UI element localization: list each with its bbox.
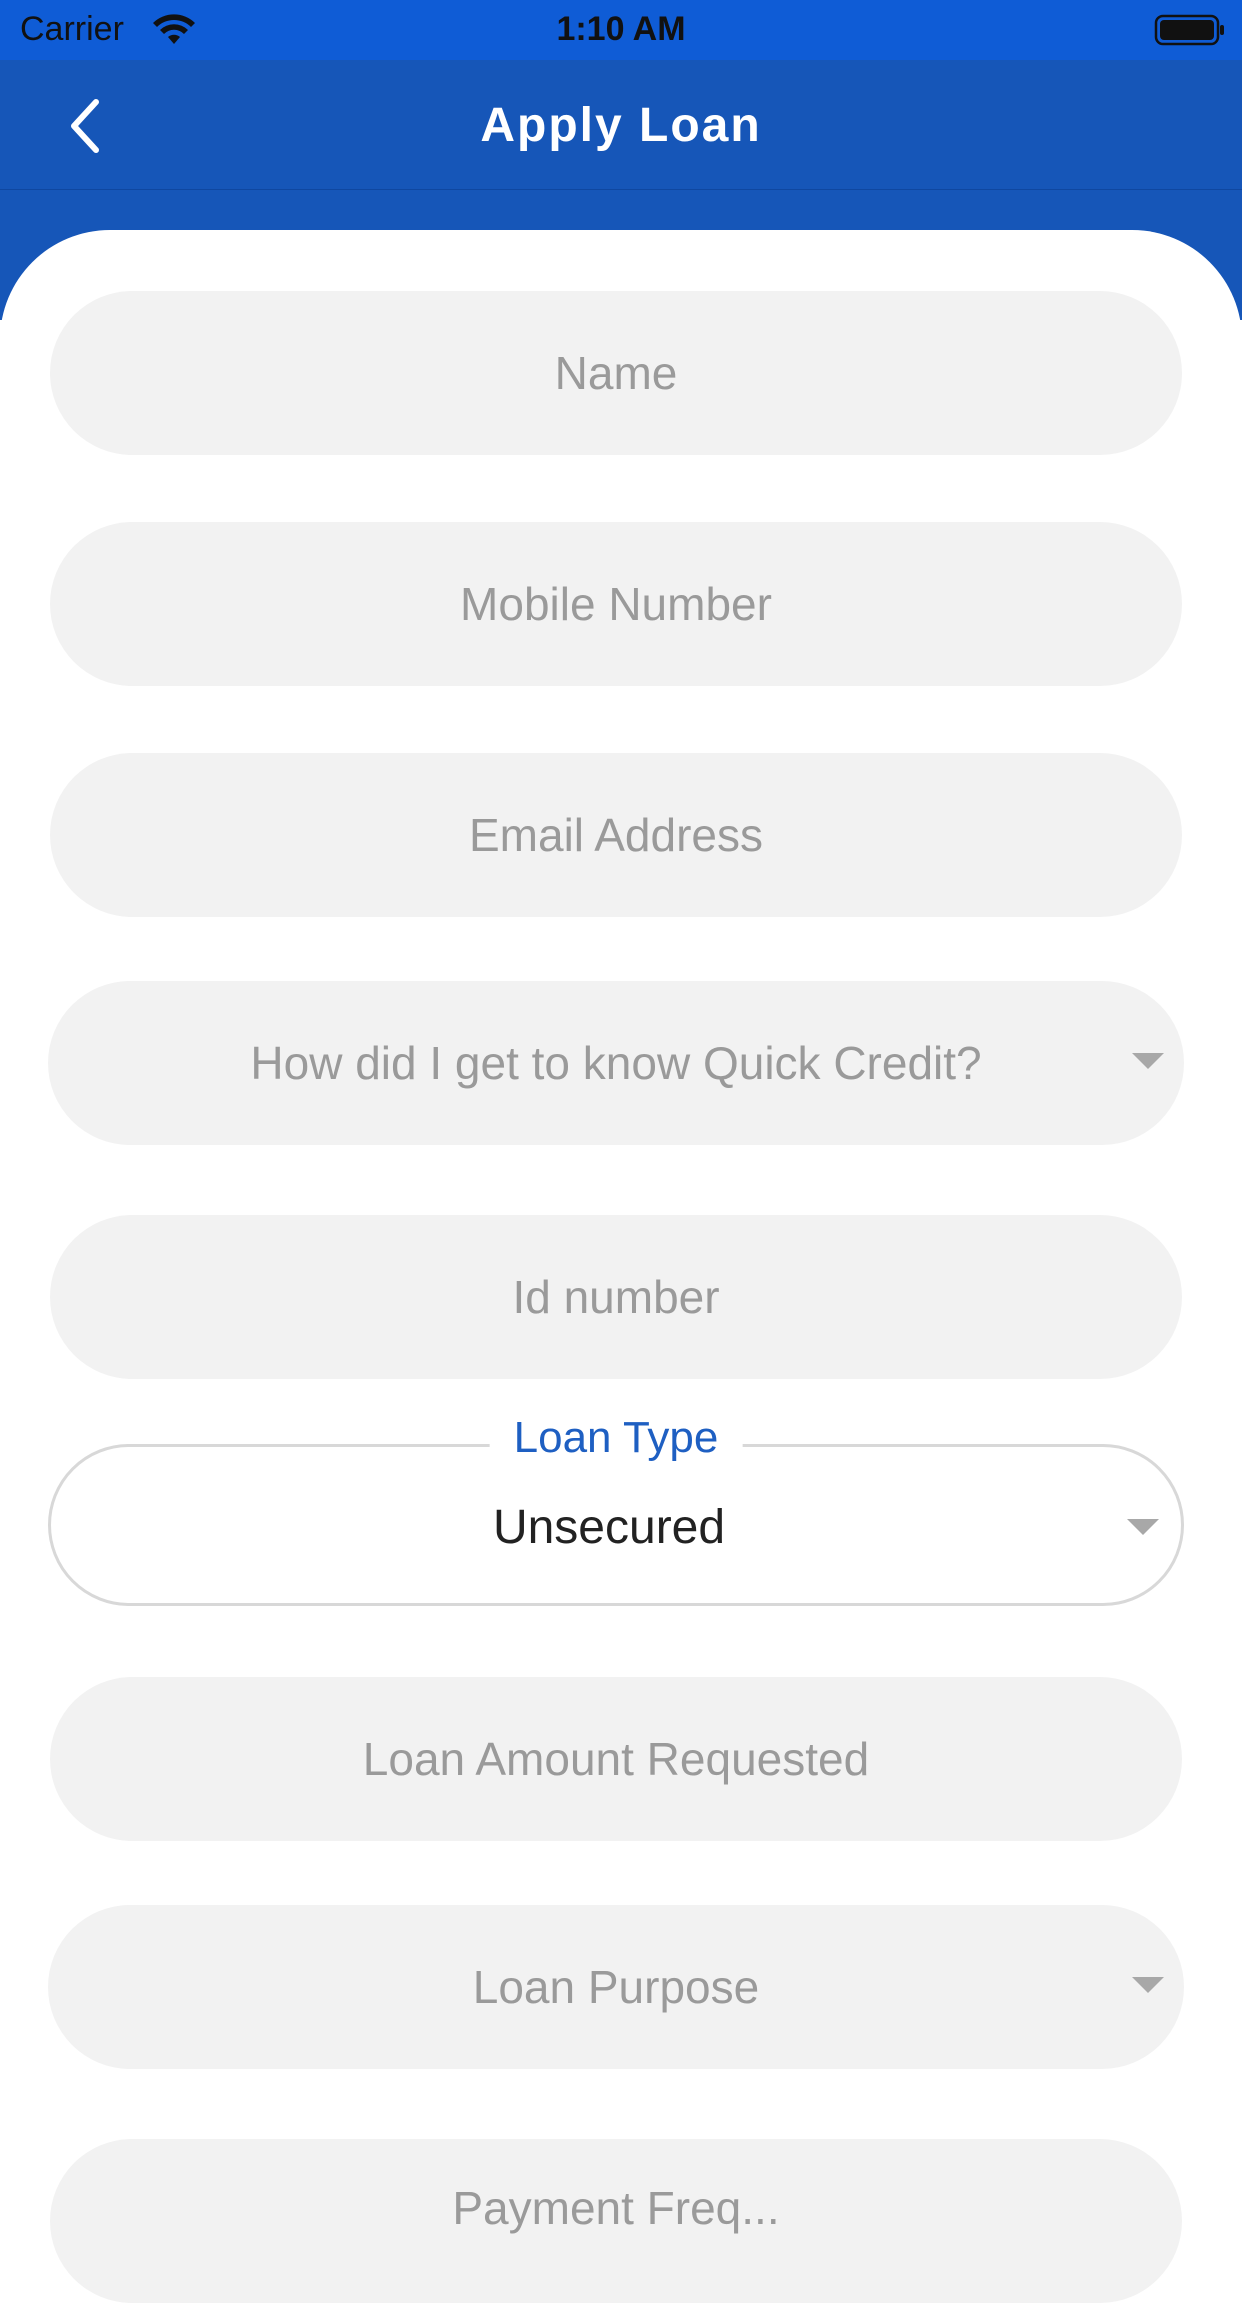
- name-input[interactable]: Name: [50, 291, 1182, 455]
- nav-bar: Apply Loan: [0, 60, 1242, 190]
- loan-amount-input[interactable]: Loan Amount Requested: [50, 1677, 1182, 1841]
- payment-frequency-placeholder: Payment Freq...: [452, 2182, 780, 2234]
- caret-down-icon: [1127, 1519, 1159, 1535]
- email-address-input[interactable]: Email Address: [50, 753, 1182, 917]
- loan-type-value: Unsecured: [492, 1500, 726, 1554]
- loan-type-label: Loan Type: [489, 1413, 743, 1463]
- loan-type-select[interactable]: Loan Type Unsecured: [48, 1413, 1184, 1606]
- loan-purpose-select[interactable]: Loan Purpose: [48, 1905, 1184, 2069]
- loan-amount-placeholder: Loan Amount Requested: [362, 1733, 870, 1785]
- referral-source-select[interactable]: How did I get to know Quick Credit?: [48, 981, 1184, 1145]
- payment-frequency-select[interactable]: Payment Freq...: [50, 2139, 1182, 2303]
- id-number-placeholder: Id number: [512, 1271, 720, 1323]
- email-address-placeholder: Email Address: [468, 809, 763, 861]
- caret-down-icon: [1132, 1053, 1164, 1069]
- referral-source-placeholder: How did I get to know Quick Credit?: [250, 1037, 982, 1089]
- loan-purpose-placeholder: Loan Purpose: [472, 1961, 760, 2013]
- battery-full-icon: [1154, 14, 1224, 46]
- status-time: 1:10 AM: [556, 10, 686, 48]
- mobile-number-placeholder: Mobile Number: [460, 578, 772, 630]
- caret-down-icon: [1132, 1977, 1164, 1993]
- id-number-input[interactable]: Id number: [50, 1215, 1182, 1379]
- status-bar: Carrier 1:10 AM: [0, 0, 1242, 60]
- page-title: Apply Loan: [480, 99, 762, 152]
- mobile-number-input[interactable]: Mobile Number: [50, 522, 1182, 686]
- name-placeholder: Name: [554, 347, 678, 399]
